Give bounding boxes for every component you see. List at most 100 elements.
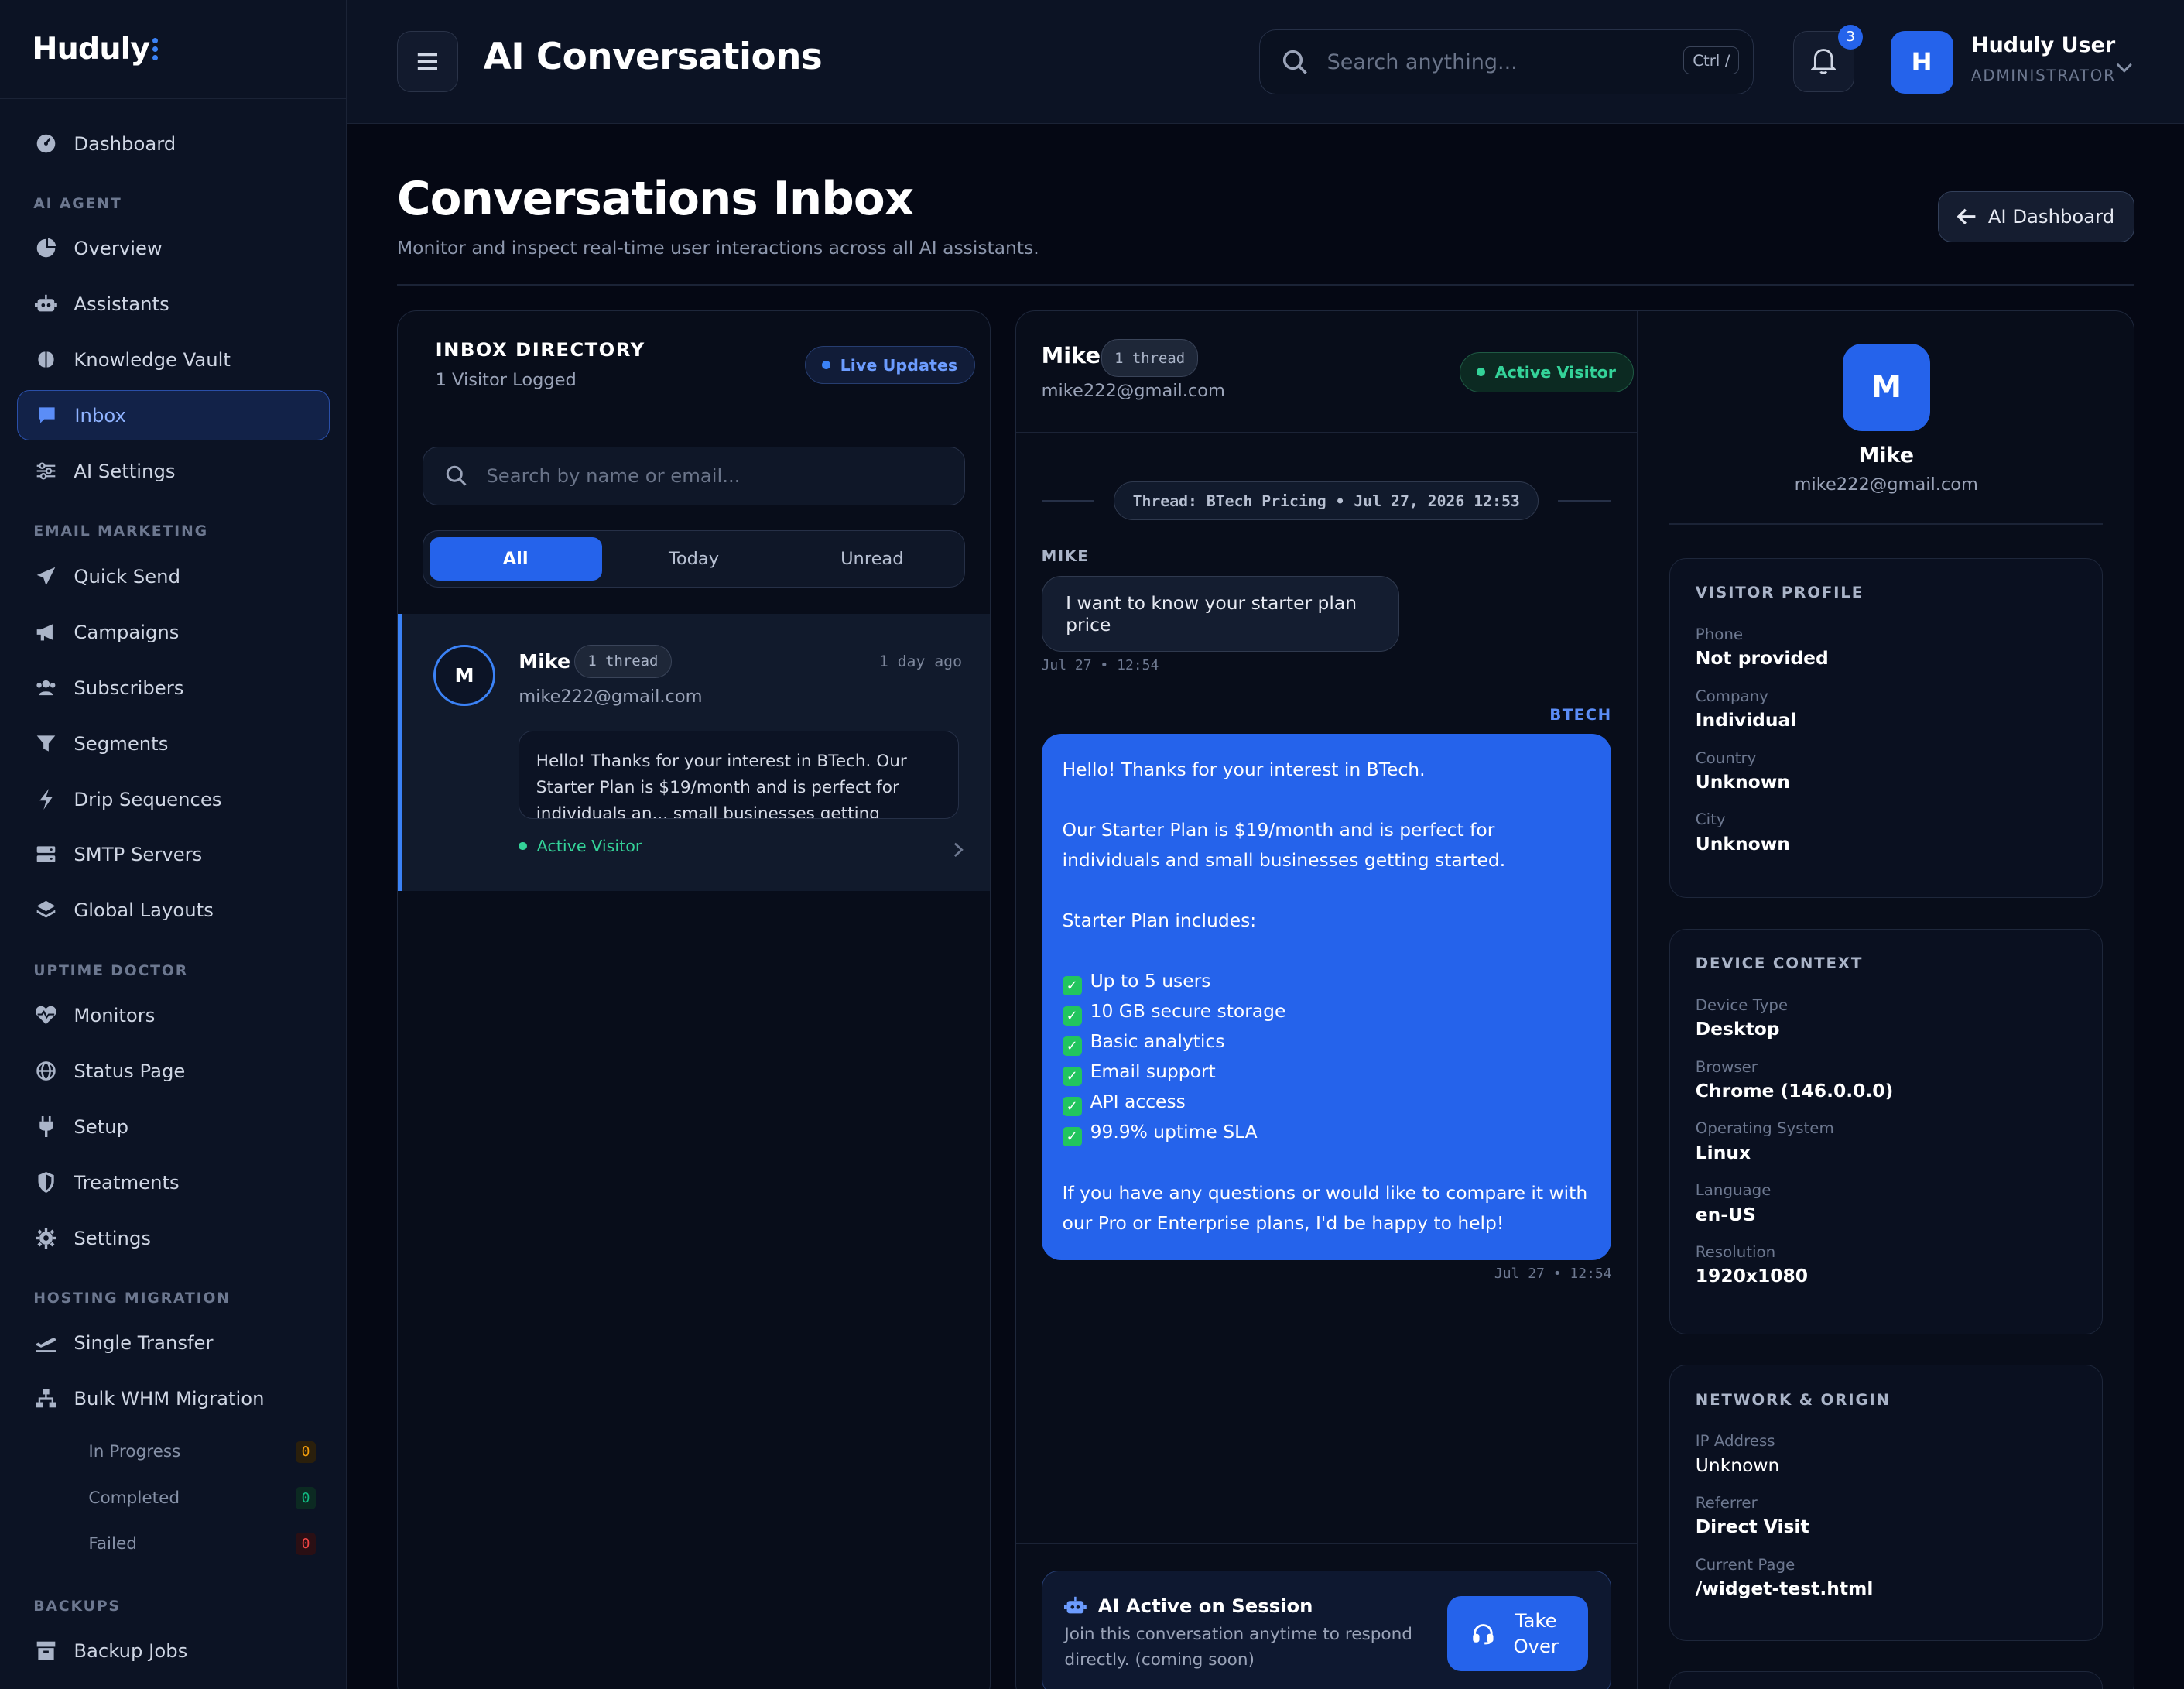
inbox-search[interactable]: [423, 446, 965, 505]
sidebar-item-settings[interactable]: Settings: [17, 1213, 330, 1263]
ai-message: Hello! Thanks for your interest in BTech…: [1041, 733, 1611, 1261]
visitor-name: Mike: [1858, 444, 1915, 468]
sidebar-item-label: Backup Jobs: [74, 1639, 188, 1663]
inbox-title: INBOX DIRECTORY: [435, 337, 645, 361]
status-badge: Active Visitor: [1459, 351, 1634, 392]
sidebar-item-monitors[interactable]: Monitors: [17, 990, 330, 1040]
sidebar-nav: Dashboard AI AGENT Overview Assistants K…: [0, 99, 346, 1676]
topbar: AI Conversations Ctrl / 3 H Huduly User …: [347, 0, 2184, 125]
field-label: Operating System: [1695, 1119, 1834, 1138]
field-label: City: [1695, 810, 1726, 829]
user-name[interactable]: Huduly User: [1971, 33, 2115, 57]
notifications-button[interactable]: 3: [1792, 24, 1864, 92]
field-value: Chrome (146.0.0.0): [1695, 1079, 1894, 1101]
ai-session-title-row: AI Active on Session: [1064, 1595, 1313, 1617]
heart-pulse-icon: [35, 1004, 57, 1026]
tab-unread[interactable]: Unread: [786, 537, 958, 581]
sidebar-item-quick-send[interactable]: Quick Send: [17, 551, 330, 601]
logo[interactable]: Huduly: [0, 0, 347, 99]
field-label: Browser: [1695, 1057, 1758, 1076]
separator-line: [1041, 500, 1094, 502]
ai-dashboard-button[interactable]: AI Dashboard: [1937, 190, 2134, 243]
sidebar-subitem-in-progress[interactable]: In Progress 0: [39, 1429, 329, 1475]
sidebar-item-campaigns[interactable]: Campaigns: [17, 607, 330, 657]
visitor-count: 1 Visitor Logged: [435, 369, 577, 390]
layers-icon: [35, 899, 57, 922]
field-label: Country: [1695, 749, 1757, 767]
sidebar-subitem-completed[interactable]: Completed 0: [39, 1475, 329, 1522]
sidebar-item-bulk-whm-migration[interactable]: Bulk WHM Migration: [17, 1373, 330, 1423]
feature-text: Up to 5 users: [1090, 970, 1211, 992]
chat-visitor-name: Mike: [1041, 341, 1101, 368]
subitem-label: Completed: [88, 1488, 180, 1508]
sidebar-item-knowledge-vault[interactable]: Knowledge Vault: [17, 334, 330, 385]
arrow-left-icon: [1957, 208, 1976, 225]
check-icon: ✓: [1062, 1036, 1082, 1057]
field-value: Unknown: [1695, 770, 1790, 793]
sidebar-item-setup[interactable]: Setup: [17, 1101, 330, 1152]
sidebar-item-label: Subscribers: [74, 676, 184, 699]
chat-thread: Mike 1 thread mike222@gmail.com Active V…: [1016, 311, 1638, 1689]
gear-icon: [35, 1227, 57, 1249]
message-sender: MIKE: [1041, 546, 1090, 565]
search-input[interactable]: [1326, 50, 1648, 74]
network-origin-card: NETWORK & ORIGIN IP Address Unknown Refe…: [1669, 1365, 2104, 1641]
feature-text: Email support: [1090, 1060, 1216, 1083]
logo-text: Huduly: [32, 31, 150, 67]
sidebar-item-label: Dashboard: [74, 132, 176, 155]
sidebar-item-subscribers[interactable]: Subscribers: [17, 663, 330, 713]
device-context-card: DEVICE CONTEXT Device Type Desktop Brows…: [1669, 928, 2104, 1334]
sidebar-item-status-page[interactable]: Status Page: [17, 1046, 330, 1096]
page-subtitle: Monitor and inspect real-time user inter…: [397, 237, 1039, 259]
divider: [397, 284, 2134, 286]
sidebar-item-single-transfer[interactable]: Single Transfer: [17, 1317, 330, 1368]
pie-chart-icon: [35, 237, 57, 259]
sidebar-item-inbox[interactable]: Inbox: [16, 390, 330, 441]
sidebar-item-label: Assistants: [74, 293, 169, 316]
field-value: en-US: [1695, 1203, 1756, 1225]
sidebar-item-ai-settings[interactable]: AI Settings: [17, 446, 330, 496]
tab-today[interactable]: Today: [608, 537, 780, 581]
tab-all[interactable]: All: [429, 536, 602, 581]
card-title: NETWORK & ORIGIN: [1695, 1390, 1891, 1409]
chevron-right-icon: [953, 837, 964, 863]
sidebar-item-assistants[interactable]: Assistants: [17, 279, 330, 329]
chat-panel: Mike 1 thread mike222@gmail.com Active V…: [1015, 310, 2134, 1689]
check-icon: ✓: [1062, 1066, 1082, 1087]
sidebar-item-treatments[interactable]: Treatments: [17, 1157, 330, 1208]
check-icon: ✓: [1062, 1097, 1082, 1117]
sidebar-item-label: SMTP Servers: [74, 843, 203, 866]
ai-session-card: AI Active on Session Join this conversat…: [1041, 1570, 1611, 1689]
sidebar-item-label: Drip Sequences: [74, 787, 222, 810]
visitor-details: M Mike mike222@gmail.com VISITOR PROFILE…: [1638, 311, 2134, 1689]
status-dot-icon: [1477, 368, 1485, 377]
global-search[interactable]: Ctrl /: [1259, 29, 1754, 95]
sidebar-item-backup-jobs[interactable]: Backup Jobs: [17, 1626, 330, 1676]
chevron-down-icon[interactable]: [2116, 53, 2133, 79]
sidebar-item-dashboard[interactable]: Dashboard: [17, 118, 330, 169]
menu-toggle-button[interactable]: [396, 30, 459, 92]
field-value: Unknown: [1695, 832, 1790, 855]
message-text: If you have any questions or would like …: [1062, 1181, 1588, 1234]
message-text: Our Starter Plan is $19/month and is per…: [1062, 818, 1506, 871]
live-dot-icon: [822, 361, 830, 370]
sidebar-subitem-failed[interactable]: Failed 0: [39, 1521, 329, 1567]
take-over-button[interactable]: Take Over: [1447, 1596, 1589, 1672]
user-avatar[interactable]: H: [1890, 30, 1953, 94]
users-icon: [35, 677, 57, 699]
field-value: Linux: [1695, 1141, 1751, 1163]
sidebar-item-global-layouts[interactable]: Global Layouts: [17, 886, 330, 936]
field-label: IP Address: [1695, 1432, 1775, 1451]
sidebar-item-overview[interactable]: Overview: [17, 223, 330, 273]
avatar: M: [433, 644, 495, 706]
feature-item: ✓ Basic analytics: [1062, 1026, 1590, 1057]
conversation-item[interactable]: M Mike 1 thread 1 day ago mike222@gmail.…: [398, 613, 990, 892]
inbox-search-input[interactable]: [486, 464, 933, 488]
bolt-icon: [35, 788, 57, 810]
inbox-panel: INBOX DIRECTORY 1 Visitor Logged Live Up…: [397, 310, 991, 1689]
visitor-avatar: M: [1842, 343, 1930, 432]
message-text: Hello! Thanks for your interest in BTech…: [1062, 758, 1426, 780]
sidebar-item-smtp-servers[interactable]: SMTP Servers: [17, 830, 330, 880]
sidebar-item-drip-sequences[interactable]: Drip Sequences: [17, 774, 330, 824]
sidebar-item-segments[interactable]: Segments: [17, 718, 330, 769]
